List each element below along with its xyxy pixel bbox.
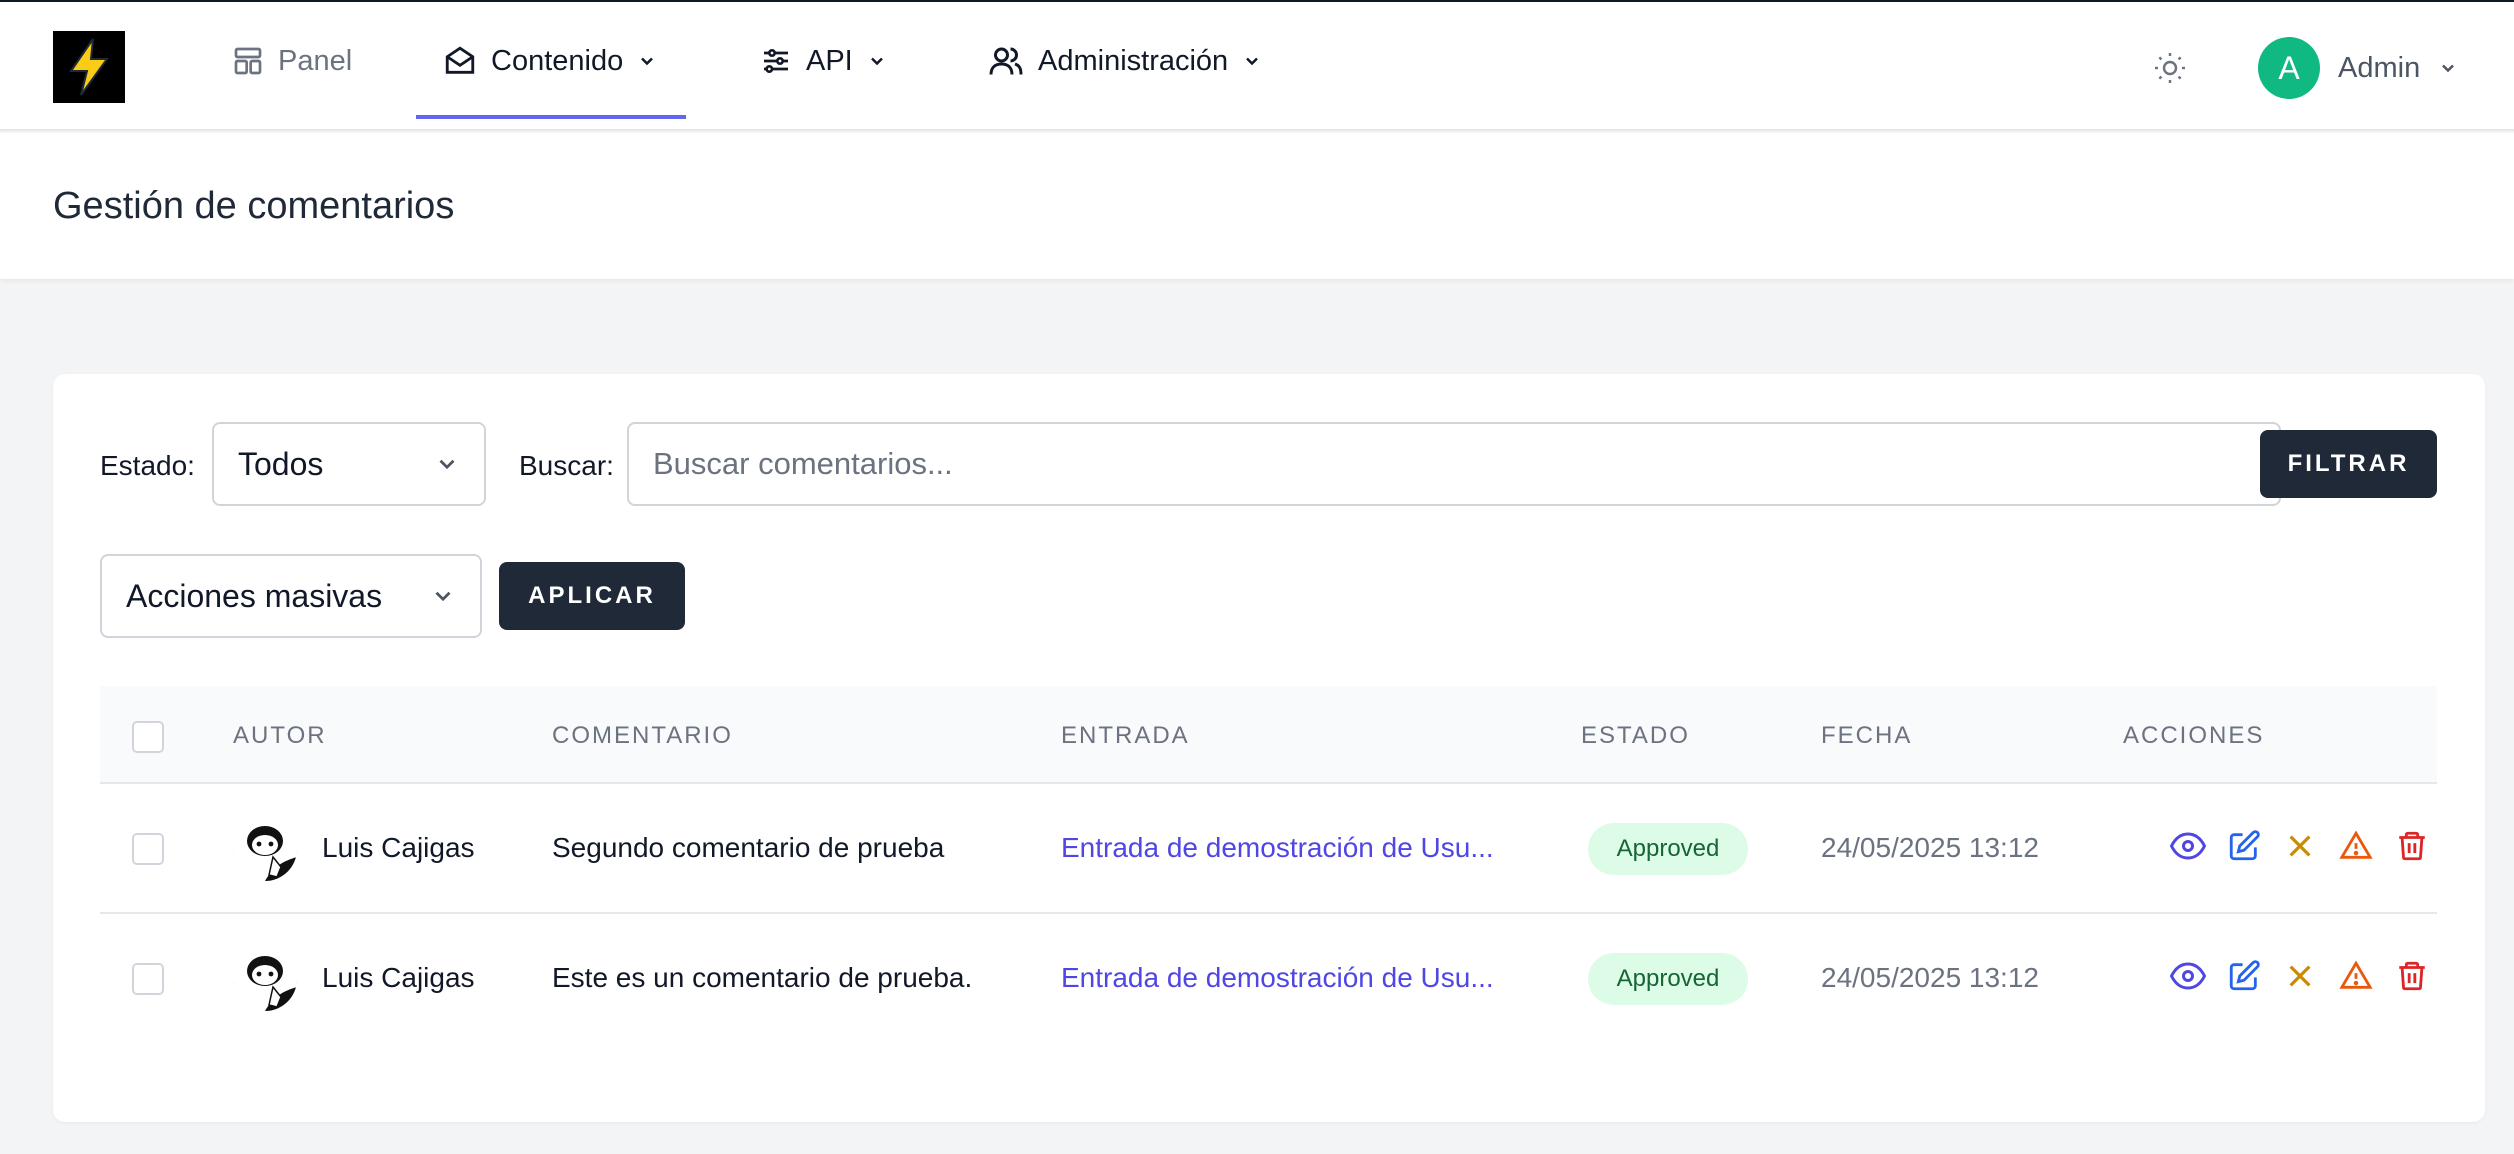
status-filter-label: Estado: bbox=[100, 450, 195, 481]
trash-icon bbox=[2399, 961, 2425, 991]
comments-card: Estado: Todos Buscar: FILTRAR Acciones m… bbox=[53, 374, 2485, 1122]
row-actions bbox=[2170, 958, 2430, 994]
nav-item-label: Panel bbox=[278, 44, 353, 77]
edit-icon bbox=[2229, 830, 2260, 861]
column-header-author: AUTOR bbox=[233, 722, 327, 749]
row-actions bbox=[2170, 828, 2430, 864]
avatar: A bbox=[2258, 37, 2320, 99]
avatar bbox=[233, 947, 297, 1011]
chevron-down-icon bbox=[870, 57, 883, 66]
avatar bbox=[233, 817, 297, 881]
date-text: 24/05/2025 13:12 bbox=[1821, 832, 2039, 863]
entry-link[interactable]: Entrada de demostración de Usu... bbox=[1061, 962, 1494, 994]
author-avatar-icon bbox=[233, 947, 297, 1011]
users-icon bbox=[989, 47, 1023, 75]
reject-button[interactable] bbox=[2282, 958, 2318, 994]
edit-icon bbox=[2229, 960, 2260, 991]
eye-icon bbox=[2170, 832, 2206, 860]
chevron-down-icon bbox=[641, 57, 654, 66]
spam-button[interactable] bbox=[2338, 958, 2374, 994]
chevron-down-icon bbox=[1246, 57, 1259, 66]
search-label: Buscar: bbox=[519, 450, 614, 481]
entry-link[interactable]: Entrada de demostración de Usu... bbox=[1061, 832, 1494, 864]
theme-toggle-button[interactable] bbox=[2150, 48, 2190, 88]
column-header-status: ESTADO bbox=[1581, 722, 1690, 749]
eye-icon bbox=[2170, 962, 2206, 990]
close-icon bbox=[2289, 965, 2311, 987]
bulk-actions-select[interactable]: Acciones masivas bbox=[100, 554, 482, 638]
chevron-down-icon bbox=[2442, 64, 2455, 73]
author-name: Luis Cajigas bbox=[322, 832, 475, 863]
nav-item-contenido[interactable]: Contenido bbox=[443, 2, 657, 120]
spam-button[interactable] bbox=[2338, 828, 2374, 864]
chevron-down-icon bbox=[439, 459, 455, 470]
view-button[interactable] bbox=[2170, 958, 2206, 994]
column-header-actions: ACCIONES bbox=[2123, 722, 2265, 749]
page-header: Gestión de comentarios bbox=[0, 133, 2514, 279]
edit-button[interactable] bbox=[2226, 828, 2262, 864]
page-title: Gestión de comentarios bbox=[53, 185, 455, 227]
table-row: Luis Cajigas Segundo comentario de prueb… bbox=[100, 784, 2437, 914]
delete-button[interactable] bbox=[2394, 828, 2430, 864]
status-select-value: Todos bbox=[238, 445, 324, 482]
nav-item-label: API bbox=[806, 44, 853, 77]
logo[interactable] bbox=[53, 31, 125, 103]
table-header: AUTOR COMENTARIO ENTRADA ESTADO FECHA AC… bbox=[100, 686, 2437, 784]
warning-icon bbox=[2339, 830, 2373, 859]
nav-item-label: Contenido bbox=[491, 44, 624, 77]
sliders-icon bbox=[764, 49, 788, 73]
table-row: Luis Cajigas Este es un comentario de pr… bbox=[100, 914, 2437, 1044]
user-name: Admin bbox=[2338, 51, 2421, 84]
user-menu[interactable]: A Admin bbox=[2258, 37, 2458, 99]
nav-item-api[interactable]: API bbox=[760, 2, 887, 120]
trash-icon bbox=[2399, 831, 2425, 861]
status-select[interactable]: Todos bbox=[212, 422, 486, 506]
view-button[interactable] bbox=[2170, 828, 2206, 864]
apply-button[interactable]: APLICAR bbox=[499, 562, 685, 630]
mail-open-icon bbox=[445, 46, 475, 74]
nav-item-panel[interactable]: Panel bbox=[232, 2, 352, 120]
author-avatar-icon bbox=[233, 817, 297, 881]
row-checkbox[interactable] bbox=[132, 833, 164, 865]
warning-icon bbox=[2339, 960, 2373, 989]
column-header-date: FECHA bbox=[1821, 722, 1913, 749]
reject-button[interactable] bbox=[2282, 828, 2318, 864]
delete-button[interactable] bbox=[2394, 958, 2430, 994]
active-tab-indicator bbox=[416, 115, 686, 119]
chevron-down-icon bbox=[435, 591, 451, 602]
status-badge: Approved bbox=[1588, 953, 1748, 1005]
layout-icon bbox=[234, 47, 262, 75]
column-header-entry: ENTRADA bbox=[1061, 722, 1190, 749]
bulk-actions-value: Acciones masivas bbox=[126, 577, 383, 614]
close-icon bbox=[2289, 835, 2311, 857]
status-badge: Approved bbox=[1588, 823, 1748, 875]
date-text: 24/05/2025 13:12 bbox=[1821, 962, 2039, 993]
sun-icon bbox=[2155, 53, 2185, 83]
edit-button[interactable] bbox=[2226, 958, 2262, 994]
nav-item-label: Administración bbox=[1038, 44, 1229, 77]
comment-text: Este es un comentario de prueba. bbox=[552, 962, 973, 993]
search-input[interactable] bbox=[627, 422, 2281, 506]
column-header-comment: COMENTARIO bbox=[552, 722, 733, 749]
comment-text: Segundo comentario de prueba bbox=[552, 832, 945, 863]
author-name: Luis Cajigas bbox=[322, 962, 475, 993]
select-all-checkbox[interactable] bbox=[132, 721, 164, 753]
lightning-bolt-icon bbox=[69, 38, 109, 96]
nav-item-administracion[interactable]: Administración bbox=[988, 2, 1262, 120]
row-checkbox[interactable] bbox=[132, 963, 164, 995]
filter-button[interactable]: FILTRAR bbox=[2260, 430, 2437, 498]
top-navbar: Panel Contenido API Administración A Adm… bbox=[0, 0, 2514, 131]
